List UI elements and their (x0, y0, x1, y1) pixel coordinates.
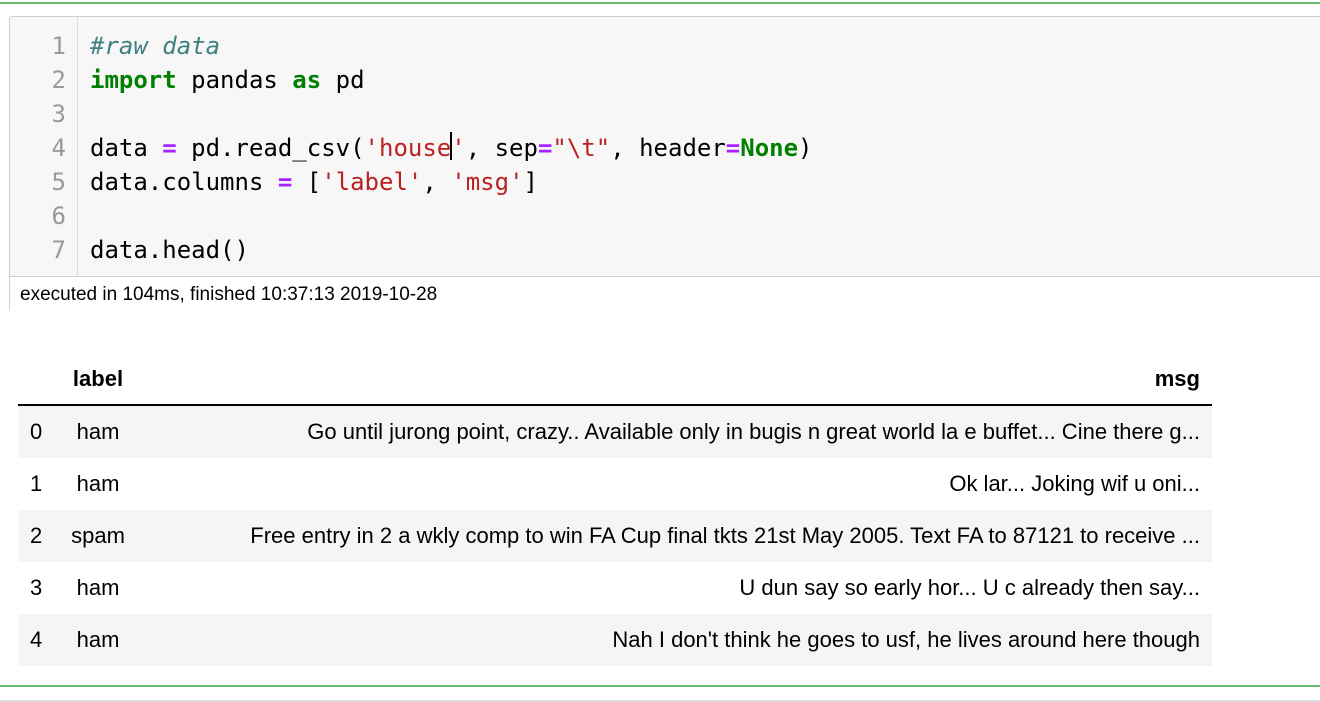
table-row: 2 spam Free entry in 2 a wkly comp to wi… (18, 510, 1212, 562)
table-row: 3 ham U dun say so early hor... U c alre… (18, 562, 1212, 614)
code-token: , (422, 168, 452, 196)
row-msg: Free entry in 2 a wkly comp to win FA Cu… (250, 523, 1200, 548)
code-token: 'house (364, 134, 452, 162)
code-text[interactable]: data.columns = ['label', 'msg'] (90, 165, 538, 199)
dataframe-output: label msg 0 ham Go until jurong point, c… (18, 354, 1212, 666)
row-index: 2 (30, 523, 43, 548)
code-token: , sep (465, 134, 538, 162)
code-token: "\t" (552, 134, 611, 162)
table-row: 1 ham Ok lar... Joking wif u oni... (18, 458, 1212, 510)
line-number: 6 (51, 202, 66, 230)
row-index: 4 (30, 627, 43, 652)
code-token: import (90, 66, 177, 94)
line-number: 1 (51, 32, 66, 60)
code-token: ' (451, 134, 466, 162)
row-label: ham (76, 471, 120, 496)
code-token: = (277, 168, 293, 196)
code-token: None (740, 134, 799, 162)
line-number: 2 (51, 66, 66, 94)
code-token: pd.read_csv( (176, 134, 365, 162)
row-index: 3 (30, 575, 43, 600)
code-token: pandas (176, 66, 293, 94)
code-token: , header (610, 134, 726, 162)
code-token: data.columns (90, 168, 278, 196)
row-label: ham (76, 419, 120, 444)
row-label: spam (71, 523, 125, 548)
code-cell[interactable]: 1 #raw data 2 import pandas as pd 3 4 data = p… (9, 16, 1320, 312)
code-token: ] (523, 168, 538, 196)
row-label: ham (76, 575, 120, 600)
row-msg: Ok lar... Joking wif u oni... (949, 471, 1200, 496)
line-number: 5 (51, 168, 66, 196)
row-label: ham (76, 627, 120, 652)
code-text[interactable]: #raw data (90, 29, 220, 63)
msg-column-header: msg (1154, 366, 1200, 391)
code-token: ) (798, 134, 813, 162)
code-token: = (162, 134, 177, 162)
cell-selected-border-bottom (0, 685, 1320, 687)
table-row: 0 ham Go until jurong point, crazy.. Ava… (18, 405, 1212, 458)
execution-info-bar: executed in 104ms, finished 10:37:13 201… (10, 276, 1320, 312)
code-token: data (90, 134, 163, 162)
code-text[interactable]: data = pd.read_csv('house', sep="\t", he… (90, 131, 813, 165)
row-msg: Go until jurong point, crazy.. Available… (307, 419, 1200, 444)
row-msg: Nah I don't think he goes to usf, he liv… (612, 627, 1200, 652)
line-number: 7 (51, 236, 66, 264)
label-column-header: label (72, 366, 124, 391)
code-token: = (537, 134, 553, 162)
cell-selected-border-top (0, 2, 1320, 4)
code-text[interactable]: data.head() (90, 233, 249, 267)
code-text[interactable]: import pandas as pd (90, 63, 365, 97)
code-token: [ (292, 168, 322, 196)
row-msg: U dun say so early hor... U c already th… (739, 575, 1200, 600)
line-number: 4 (51, 134, 66, 162)
execution-status: executed in 104ms, finished 10:37:13 201… (20, 284, 438, 305)
table-header-row: label msg (18, 354, 1212, 405)
code-token: #raw data (90, 32, 221, 60)
row-index: 0 (30, 419, 43, 444)
line-number: 3 (51, 100, 66, 128)
code-token: = (725, 134, 741, 162)
code-token: 'msg' (451, 168, 524, 196)
code-token: as (292, 66, 322, 94)
code-token: data.head() (90, 236, 249, 264)
index-header (18, 354, 54, 405)
code-token: 'label' (321, 168, 423, 196)
table-row: 4 ham Nah I don't think he goes to usf, … (18, 614, 1212, 666)
row-index: 1 (30, 471, 43, 496)
code-token: pd (321, 66, 365, 94)
